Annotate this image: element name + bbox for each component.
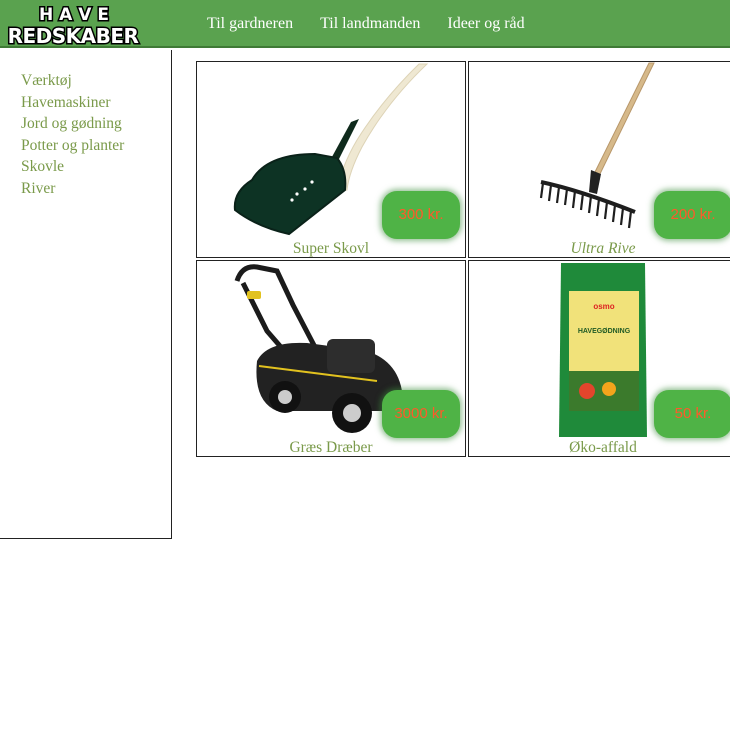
nav-link-farmer[interactable]: Til landmanden: [320, 15, 420, 33]
product-card-fertilizer[interactable]: osmo HAVEGØDNING 50 kr. Øko-affald: [468, 260, 730, 457]
category-pots-plants[interactable]: Potter og planter: [21, 135, 124, 157]
site-header: H A V E REDSKABER Til gardneren Til land…: [0, 0, 730, 48]
svg-text:HAVEGØDNING: HAVEGØDNING: [578, 328, 631, 335]
product-name[interactable]: Øko-affald: [469, 439, 730, 456]
price-badge: 200 kr.: [654, 191, 730, 239]
product-card-rake[interactable]: 200 kr. Ultra Rive: [468, 61, 730, 258]
product-card-shovel[interactable]: 300 kr. Super Skovl: [196, 61, 466, 258]
nav-link-ideas[interactable]: Ideer og råd: [447, 15, 524, 33]
category-shovels[interactable]: Skovle: [21, 156, 124, 178]
category-tools[interactable]: Værktøj: [21, 70, 124, 92]
main-nav: Til gardneren Til landmanden Ideer og rå…: [207, 0, 552, 48]
product-name[interactable]: Ultra Rive: [469, 240, 730, 257]
logo-graphic: H A V E REDSKABER: [6, 4, 140, 49]
svg-text:osmo: osmo: [593, 302, 614, 311]
logo[interactable]: H A V E REDSKABER: [2, 2, 144, 49]
category-rakes[interactable]: River: [21, 178, 124, 200]
price-badge: 3000 kr.: [382, 390, 460, 438]
category-garden-machines[interactable]: Havemaskiner: [21, 92, 124, 114]
category-soil-fertilizer[interactable]: Jord og gødning: [21, 113, 124, 135]
category-sidebar: Værktøj Havemaskiner Jord og gødning Pot…: [0, 50, 172, 539]
product-name[interactable]: Super Skovl: [197, 240, 465, 257]
product-card-lawnmower[interactable]: 3000 kr. Græs Dræber: [196, 260, 466, 457]
category-list: Værktøj Havemaskiner Jord og gødning Pot…: [21, 70, 124, 200]
svg-text:REDSKABER: REDSKABER: [8, 24, 139, 48]
nav-link-gardener[interactable]: Til gardneren: [207, 15, 293, 33]
price-badge: 300 kr.: [382, 191, 460, 239]
svg-text:H A V E: H A V E: [39, 5, 109, 25]
product-name[interactable]: Græs Dræber: [197, 439, 465, 456]
price-badge: 50 kr.: [654, 390, 730, 438]
